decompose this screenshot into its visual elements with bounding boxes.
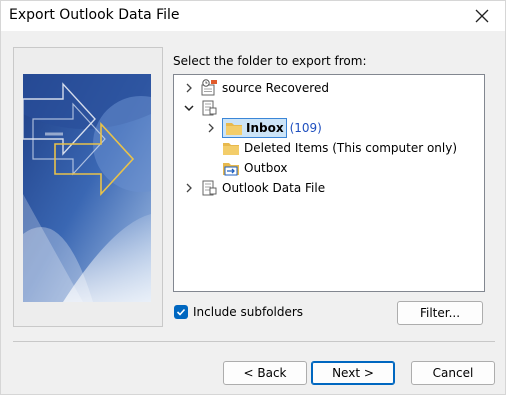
cancel-button[interactable]: Cancel bbox=[411, 361, 495, 385]
close-icon bbox=[475, 9, 489, 23]
tree-row-source-recovered[interactable]: source Recovered bbox=[182, 78, 329, 98]
chevron-right-icon[interactable] bbox=[182, 81, 196, 95]
tree-label: Outlook Data File bbox=[222, 181, 326, 195]
inbox-selection[interactable]: Inbox bbox=[222, 118, 287, 138]
tree-row-outlook-data-file[interactable]: Outlook Data File bbox=[182, 178, 325, 198]
tree-row-mailbox[interactable] bbox=[182, 98, 222, 118]
include-subfolders-label: Include subfolders bbox=[193, 305, 304, 319]
divider bbox=[13, 341, 495, 342]
data-file-icon bbox=[200, 179, 218, 197]
tree-row-deleted-items[interactable]: Deleted Items (This computer only) bbox=[222, 138, 457, 158]
chevron-right-icon[interactable] bbox=[204, 121, 218, 135]
tree-label: Inbox bbox=[246, 121, 284, 135]
title-bar: Export Outlook Data File bbox=[1, 1, 505, 31]
filter-button[interactable]: Filter... bbox=[397, 301, 483, 325]
tree-label: source Recovered bbox=[222, 81, 329, 95]
next-button[interactable]: Next > bbox=[311, 361, 395, 385]
data-file-icon bbox=[200, 99, 218, 117]
back-button[interactable]: < Back bbox=[223, 361, 307, 385]
tree-row-inbox[interactable]: Inbox (109) bbox=[204, 118, 322, 138]
wizard-graphic-panel bbox=[13, 47, 163, 327]
folder-icon bbox=[225, 119, 243, 137]
outbox-icon bbox=[222, 159, 240, 177]
export-dialog: Export Outlook Data File Select the fold… bbox=[0, 0, 506, 395]
window-title: Export Outlook Data File bbox=[9, 7, 180, 23]
close-button[interactable] bbox=[463, 1, 501, 31]
tree-row-outbox[interactable]: Outbox bbox=[222, 158, 287, 178]
include-subfolders-checkbox[interactable] bbox=[174, 305, 188, 319]
include-subfolders-option[interactable]: Include subfolders bbox=[174, 303, 303, 321]
folder-icon bbox=[222, 139, 240, 157]
mailbox-icon bbox=[200, 79, 218, 97]
checkmark-icon bbox=[176, 308, 186, 316]
folder-tree[interactable]: source Recovered Inbox (109) Deleted Ite… bbox=[173, 74, 485, 292]
unread-count: (109) bbox=[289, 121, 322, 135]
folder-prompt: Select the folder to export from: bbox=[173, 54, 367, 68]
export-wizard-illustration bbox=[23, 74, 151, 302]
chevron-down-icon[interactable] bbox=[182, 101, 196, 115]
tree-label: Deleted Items (This computer only) bbox=[244, 141, 458, 155]
chevron-right-icon[interactable] bbox=[182, 181, 196, 195]
tree-label: Outbox bbox=[244, 161, 288, 175]
